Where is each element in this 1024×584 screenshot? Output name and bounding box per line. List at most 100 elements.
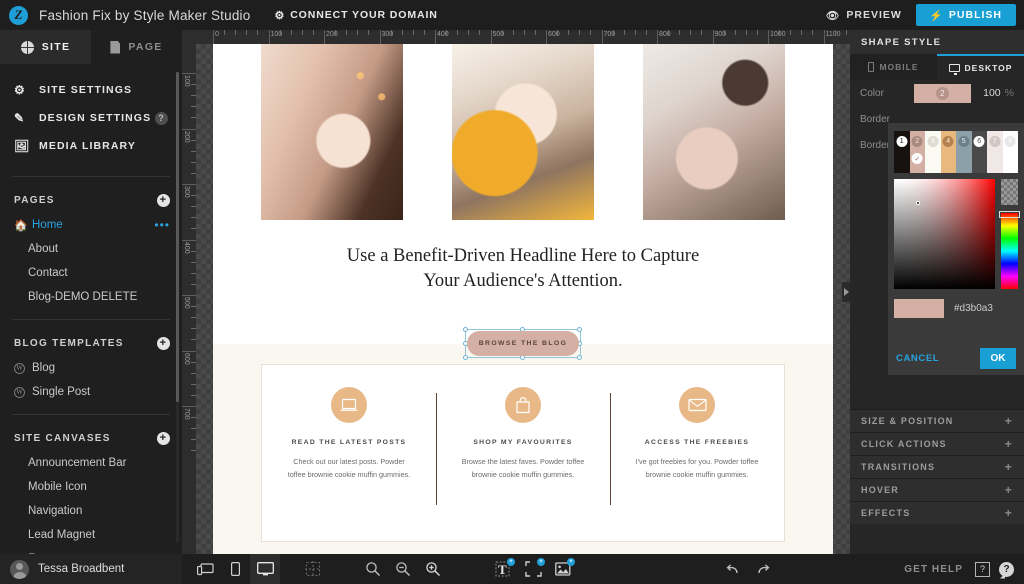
sidebar-item-label: MEDIA LIBRARY	[39, 140, 136, 152]
palette-swatch-number: 6	[973, 136, 985, 147]
sidebar-item-about[interactable]: About	[0, 237, 182, 261]
photo-woman-with-earring[interactable]	[261, 44, 403, 220]
sidebar-item-contact[interactable]: Contact	[0, 261, 182, 285]
page-options-icon[interactable]: •••	[154, 218, 170, 232]
accordion-click-actions[interactable]: CLICK ACTIONS +	[850, 432, 1024, 455]
ruler-minor-tick	[468, 30, 470, 35]
help-chat-icon[interactable]: ?	[999, 561, 1014, 577]
opacity-unit: %	[1004, 87, 1014, 99]
sidebar-item-site-settings[interactable]: ⚙ SITE SETTINGS	[0, 76, 182, 104]
sidebar-scrollbar-thumb[interactable]	[176, 72, 179, 402]
feature-column-2[interactable]: SHOP MY FAVOURITES Browse the latest fav…	[436, 365, 610, 541]
zoom-out-button[interactable]	[388, 554, 418, 584]
ruler-minor-tick	[690, 30, 692, 35]
resize-handle-ne[interactable]	[577, 327, 582, 332]
accordion-effects[interactable]: EFFECTS +	[850, 501, 1024, 524]
sidebar-item-navigation[interactable]: Navigation	[0, 499, 182, 523]
accordion-size-position[interactable]: SIZE & POSITION +	[850, 409, 1024, 432]
ruler-minor-tick	[534, 30, 536, 35]
hue-slider[interactable]	[1001, 213, 1018, 289]
mobile-view-button[interactable]	[220, 554, 250, 584]
sidebar-item-blog-demo-delete[interactable]: Blog-DEMO DELETE	[0, 285, 182, 309]
sidebar-item-media-library[interactable]: 🖼 MEDIA LIBRARY	[0, 132, 182, 160]
sidebar-item-blog[interactable]: W Blog	[0, 356, 182, 380]
palette-swatch-6[interactable]: 6	[971, 131, 987, 173]
palette-swatch-number: 3	[927, 136, 939, 147]
sidebar-item-mobile-icon[interactable]: Mobile Icon	[0, 475, 182, 499]
user-bar[interactable]: Tessa Broadbent	[0, 554, 182, 584]
tab-mobile[interactable]: MOBILE	[850, 54, 937, 80]
palette-swatch-4[interactable]: 4	[940, 131, 956, 173]
ruler-minor-tick	[501, 30, 503, 35]
preview-button[interactable]: 👁 PREVIEW	[812, 9, 916, 22]
sidebar-item-home[interactable]: 🏠 Home •••	[0, 213, 182, 237]
vertical-ruler[interactable]: 100 200 300 400 500 600 700	[182, 44, 196, 554]
horizontal-ruler[interactable]: 0 100 200 300 400 500 600 700 800 900 1000 1100	[182, 30, 850, 44]
opacity-value-group[interactable]: 100%	[983, 87, 1014, 99]
sidebar-item-footer[interactable]: Footer	[0, 547, 182, 554]
ruler-major-tick	[182, 73, 196, 74]
grid-guides-button[interactable]	[298, 554, 328, 584]
palette-swatch-7[interactable]: 7	[987, 131, 1003, 173]
add-blog-template-button[interactable]: +	[157, 336, 170, 350]
sidebar-item-single-post[interactable]: W Single Post	[0, 380, 182, 404]
accordion-transitions[interactable]: TRANSITIONS +	[850, 455, 1024, 478]
palette-swatch-8[interactable]: 8	[1002, 131, 1018, 173]
wordpress-icon: W	[14, 386, 25, 398]
responsive-view-button[interactable]	[190, 554, 220, 584]
add-image-button[interactable]: +	[548, 554, 578, 584]
add-shape-button[interactable]: +	[518, 554, 548, 584]
redo-button[interactable]	[748, 554, 778, 584]
zoom-in-button[interactable]	[418, 554, 448, 584]
photo-flatlay-accessories[interactable]	[643, 44, 785, 220]
sidebar-item-design-settings[interactable]: ✎ DESIGN SETTINGS ?	[0, 104, 182, 132]
page-headline[interactable]: Use a Benefit-Driven Headline Here to Ca…	[213, 244, 833, 294]
hue-slider-handle[interactable]	[999, 211, 1020, 218]
hex-input[interactable]	[954, 302, 1014, 314]
resize-handle-sw[interactable]	[463, 355, 468, 360]
design-settings-help-icon[interactable]: ?	[155, 111, 168, 125]
sidebar-item-lead-magnet[interactable]: Lead Magnet	[0, 523, 182, 547]
browse-the-blog-button[interactable]: BROWSE THE BLOG	[467, 331, 579, 356]
tab-page[interactable]: PAGE	[91, 30, 182, 64]
headline-line-1: Use a Benefit-Driven Headline Here to Ca…	[346, 246, 700, 266]
feature-column-1[interactable]: READ THE LATEST POSTS Check out our late…	[262, 365, 436, 541]
sv-picker-handle[interactable]	[916, 201, 920, 205]
add-text-button[interactable]: T +	[488, 554, 518, 584]
undo-button[interactable]	[718, 554, 748, 584]
preview-label: PREVIEW	[846, 9, 902, 21]
help-doc-icon[interactable]: ?	[975, 561, 990, 577]
feature-title: SHOP MY FAVOURITES	[473, 439, 573, 446]
publish-button[interactable]: ⚡ PUBLISH	[915, 4, 1016, 26]
canvas-stage[interactable]: Use a Benefit-Driven Headline Here to Ca…	[196, 44, 850, 554]
accordion-hover[interactable]: HOVER +	[850, 478, 1024, 501]
top-bar: Z Fashion Fix by Style Maker Studio ⚙ CO…	[0, 0, 1024, 30]
add-site-canvas-button[interactable]: +	[157, 431, 170, 445]
saturation-value-area[interactable]	[894, 179, 995, 289]
resize-handle-nw[interactable]	[463, 327, 468, 332]
cancel-button[interactable]: CANCEL	[896, 353, 939, 364]
color-picker-popover: 12✓345678 CANCEL OK	[888, 123, 1024, 375]
template-item-label: Blog	[32, 362, 56, 374]
palette-swatch-5[interactable]: 5	[956, 131, 972, 173]
tab-site[interactable]: SITE	[0, 30, 91, 64]
panel-collapse-toggle[interactable]	[842, 282, 850, 302]
connect-domain-button[interactable]: ⚙ CONNECT YOUR DOMAIN	[274, 9, 437, 22]
alpha-preview-swatch[interactable]	[1001, 179, 1018, 205]
add-page-button[interactable]: +	[157, 193, 170, 207]
palette-swatch-2[interactable]: 2 ✓	[909, 131, 925, 173]
accordion-label: CLICK ACTIONS	[861, 439, 947, 449]
ruler-minor-tick	[346, 30, 348, 35]
resize-handle-se[interactable]	[577, 355, 582, 360]
palette-swatch-3[interactable]: 3	[925, 131, 941, 173]
tab-desktop[interactable]: DESKTOP	[937, 54, 1024, 80]
sidebar-item-announcement-bar[interactable]: Announcement Bar	[0, 451, 182, 475]
desktop-view-button[interactable]	[250, 554, 280, 584]
feature-column-3[interactable]: ACCESS THE FREEBIES I've got freebies fo…	[610, 365, 784, 541]
color-swatch-button[interactable]: 2	[913, 83, 972, 103]
photo-hand-yellow-sweater[interactable]	[452, 44, 594, 220]
photo-row	[213, 44, 833, 220]
palette-swatch-1[interactable]: 1	[894, 131, 910, 173]
ok-button[interactable]: OK	[980, 347, 1016, 369]
zoom-fit-button[interactable]	[358, 554, 388, 584]
